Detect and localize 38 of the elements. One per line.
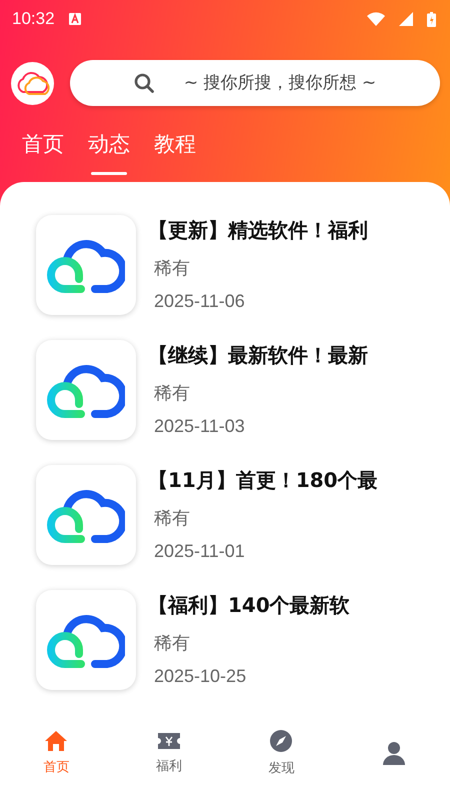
post-author: 稀有 — [154, 507, 191, 530]
wifi-icon — [367, 12, 385, 26]
notification-icon — [68, 13, 81, 25]
nav-item[interactable]: 福利 — [112, 710, 225, 796]
nav-label: 福利 — [156, 758, 182, 775]
status-time: 10:32 — [12, 9, 55, 29]
search-icon — [134, 73, 154, 93]
tab[interactable]: 首页 — [22, 130, 64, 182]
post-author: 稀有 — [154, 382, 191, 405]
ticket-icon — [156, 731, 181, 751]
user-icon — [382, 741, 406, 765]
post-title[interactable]: 【继续】最新软件！最新 — [148, 342, 368, 369]
battery-icon — [427, 12, 436, 26]
search-field[interactable]: ~ 搜你所搜，搜你所想 ~ — [70, 60, 440, 106]
nav-item[interactable]: 首页 — [0, 710, 112, 796]
post-title[interactable]: 【福利】140个最新软 — [148, 592, 350, 619]
post-thumbnail[interactable] — [36, 590, 136, 690]
post-author: 稀有 — [154, 257, 191, 280]
nav-label: 发现 — [268, 760, 294, 777]
post-thumbnail[interactable] — [36, 465, 136, 565]
post-date: 2025-10-25 — [154, 666, 248, 687]
home-icon — [44, 730, 68, 752]
post-title[interactable]: 【11月】首更！180个最 — [148, 467, 378, 494]
signal-icon — [399, 12, 413, 26]
post-author: 稀有 — [154, 632, 191, 655]
tab[interactable]: 动态 — [88, 130, 130, 182]
post-title[interactable]: 【更新】精选软件！福利 — [148, 217, 368, 244]
post-thumbnail[interactable] — [36, 215, 136, 315]
post-date: 2025-11-06 — [154, 291, 246, 312]
cloud-logo-icon — [14, 70, 50, 96]
nav-label: 首页 — [43, 759, 70, 776]
post-date: 2025-11-03 — [154, 416, 246, 437]
post-date: 2025-11-01 — [154, 541, 246, 562]
nav-item[interactable]: 发现 — [225, 710, 338, 796]
tab[interactable]: 教程 — [154, 130, 196, 182]
post-thumbnail[interactable] — [36, 340, 136, 440]
compass-icon — [269, 729, 294, 753]
app-logo[interactable] — [11, 62, 54, 104]
